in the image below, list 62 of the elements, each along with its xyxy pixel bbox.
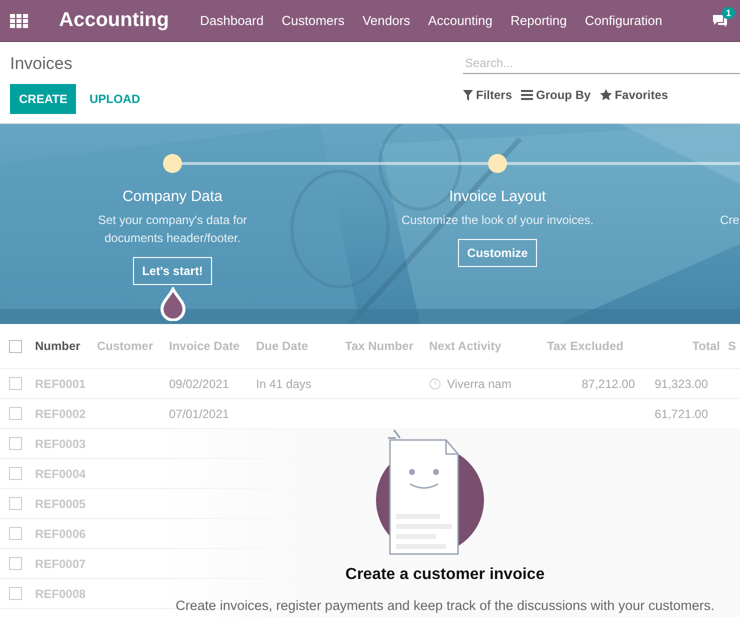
column-header[interactable]: S [720, 339, 740, 353]
app-name: Accounting [59, 9, 169, 32]
row-checkbox[interactable] [9, 587, 22, 600]
table-cell-text: 07/01/2021 [169, 406, 230, 420]
menu-item[interactable]: Configuration [576, 13, 672, 28]
step-button[interactable]: Customize [458, 239, 537, 267]
filter-icon [463, 90, 473, 100]
table-cell-text: REF0003 [35, 436, 87, 450]
table-cell-text: 87,212.00 [580, 376, 636, 390]
table-cell-text: In 41 days [256, 376, 312, 390]
menu-item[interactable]: Dashboard [191, 13, 273, 28]
column-header[interactable]: Tax Excluded [547, 339, 647, 353]
table-cell-text: REF0004 [35, 466, 87, 480]
table-cell-text: REF0008 [35, 586, 87, 600]
search-option[interactable]: Filters [463, 88, 516, 102]
step-title: Invoice Layout [449, 188, 546, 205]
table-cell-text: REF0002 [35, 406, 87, 420]
menu-item[interactable]: Accounting [419, 13, 502, 28]
upload-button[interactable]: UPLOAD [80, 84, 150, 114]
column-header[interactable]: Invoice Date [169, 339, 256, 353]
menu-item[interactable]: Customers [272, 13, 354, 28]
row-checkbox[interactable] [9, 407, 22, 420]
row-checkbox[interactable] [9, 467, 22, 480]
table-cell: Viverra nam [447, 376, 512, 390]
table-cell-text: 91,323.00 [654, 376, 709, 390]
table-cell-text: REF0005 [35, 496, 87, 510]
step-button[interactable]: Let's start! [133, 257, 212, 285]
step-title: Company Data [122, 188, 223, 205]
select-all-checkbox[interactable] [9, 340, 22, 352]
column-header[interactable]: Due Date [256, 339, 345, 353]
step-description: Cre [720, 212, 740, 229]
list-icon [521, 90, 534, 100]
column-header[interactable]: Tax Number [345, 339, 429, 353]
empty-state-title: Create a customer invoice [345, 566, 545, 584]
row-checkbox[interactable] [9, 557, 22, 570]
search-option[interactable]: Favorites [600, 88, 672, 102]
row-checkbox[interactable] [9, 527, 22, 540]
page-title: Invoices [10, 54, 74, 74]
create-button[interactable]: CREATE [10, 84, 76, 114]
apps-grid-icon[interactable] [10, 14, 28, 28]
row-checkbox[interactable] [9, 497, 22, 510]
column-header[interactable]: Next Activity [429, 339, 547, 353]
chat-icon[interactable] [712, 14, 728, 28]
step-description: Customize the look of your invoices. [400, 212, 595, 229]
column-header[interactable]: Total [647, 339, 720, 353]
search-option[interactable]: Group By [521, 88, 594, 102]
menu-item[interactable]: Vendors [353, 13, 420, 28]
table-cell-text: 09/02/2021 [169, 376, 230, 390]
row-checkbox[interactable] [9, 377, 22, 390]
table-cell-text: REF0006 [35, 526, 87, 540]
menu-item[interactable]: Reporting [502, 13, 576, 28]
message-count: 1 [722, 6, 736, 18]
column-header[interactable]: Customer [97, 339, 169, 353]
step-description: Set your company's data for documents header/footer. [96, 212, 248, 247]
table-cell-text: 61,721.00 [654, 406, 709, 420]
row-checkbox[interactable] [9, 437, 22, 450]
table-cell-text: REF0007 [35, 556, 87, 570]
table-cell-text: REF0001 [35, 376, 87, 390]
empty-state-text: Create invoices, register payments and keep track of the discussions with your customers. [176, 598, 714, 613]
column-header[interactable]: Number [35, 339, 97, 353]
star-icon [600, 89, 612, 101]
clock-icon [429, 378, 441, 390]
